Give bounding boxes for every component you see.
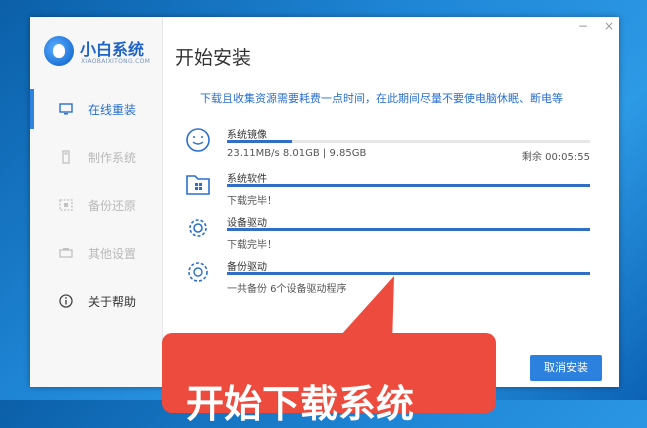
task-status: 下载完毕！ [227, 196, 277, 207]
sidebar-item-other-settings[interactable]: 其他设置 [30, 231, 162, 279]
page-title: 开始安装 [175, 47, 252, 69]
progress-bar [227, 184, 590, 187]
task-name: 设备驱动 [227, 218, 267, 229]
progress-fill [227, 228, 590, 231]
task-status: 一共备份 6个设备驱动程序 [227, 284, 347, 295]
sidebar: 小白系统 XIAOBAIXITONG.COM 在线重装 制作系统 备份还原 其他… [30, 17, 163, 387]
logo-title: 小白系统 [80, 40, 145, 59]
download-notice: 下载且收集资源需要耗费一点时间，在此期间尽量不要使电脑休眠、断电等 [200, 92, 563, 105]
sidebar-item-backup-restore[interactable]: 备份还原 [30, 183, 162, 231]
sidebar-item-label: 制作系统 [88, 151, 137, 165]
chat-icon [184, 126, 212, 154]
close-button[interactable]: × [604, 19, 614, 33]
task-remaining-time: 剩余 00:05:55 [521, 152, 590, 163]
software-folder-icon [184, 170, 212, 198]
callout-text: 开始下载系统 [186, 382, 415, 426]
task-status: 下载完毕！ [227, 240, 277, 251]
sidebar-item-online-reinstall[interactable]: 在线重装 [30, 87, 162, 135]
sidebar-item-label: 关于帮助 [88, 295, 137, 309]
sidebar-item-label: 备份还原 [88, 199, 137, 213]
sidebar-item-make-system[interactable]: 制作系统 [30, 135, 162, 183]
task-status: 23.11MB/s 8.01GB | 9.85GB [227, 148, 367, 159]
progress-fill [227, 272, 590, 275]
sidebar-item-label: 其他设置 [88, 247, 137, 261]
task-name: 系统软件 [227, 174, 267, 185]
logo-subtitle: XIAOBAIXITONG.COM [81, 58, 151, 65]
task-backup-drivers: 备份驱动 一共备份 6个设备驱动程序 [180, 258, 600, 298]
cancel-install-button[interactable]: 取消安装 [530, 355, 602, 381]
progress-bar [227, 140, 590, 143]
callout-overlay: 开始下载系统 [162, 333, 496, 426]
progress-bar [227, 228, 590, 231]
minimize-button[interactable]: − [578, 19, 588, 33]
backup-icon [58, 197, 74, 213]
logo: 小白系统 XIAOBAIXITONG.COM [44, 34, 164, 74]
task-name: 系统镜像 [227, 130, 267, 141]
usb-icon [58, 149, 74, 165]
gear-icon [184, 214, 212, 242]
info-icon [58, 293, 74, 309]
progress-fill [227, 184, 590, 187]
progress-bar [227, 272, 590, 275]
task-system-software: 系统软件 下载完毕！ [180, 170, 600, 210]
sidebar-item-about-help[interactable]: 关于帮助 [30, 279, 162, 327]
sidebar-nav: 在线重装 制作系统 备份还原 其他设置 关于帮助 [30, 87, 162, 327]
task-device-drivers: 设备驱动 下载完毕！ [180, 214, 600, 254]
logo-mark-icon [44, 36, 74, 66]
task-name: 备份驱动 [227, 262, 267, 273]
settings-icon [58, 245, 74, 261]
gear-sync-icon [184, 258, 212, 286]
monitor-icon [58, 101, 74, 117]
progress-fill [227, 140, 293, 143]
installer-window: 小白系统 XIAOBAIXITONG.COM 在线重装 制作系统 备份还原 其他… [30, 17, 619, 387]
sidebar-item-label: 在线重装 [88, 103, 137, 117]
task-system-image: 系统镜像 23.11MB/s 8.01GB | 9.85GB 剩余 00:05:… [180, 126, 600, 166]
